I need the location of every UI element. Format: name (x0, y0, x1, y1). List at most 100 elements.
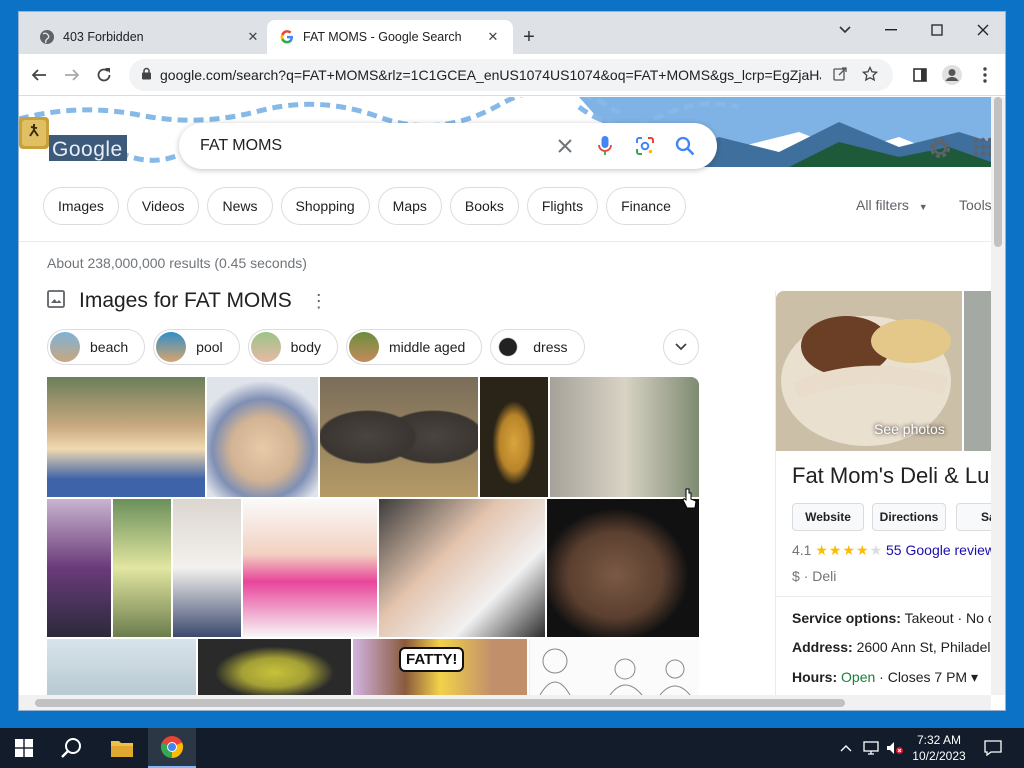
image-result-8[interactable] (173, 499, 241, 637)
refine-pool[interactable]: pool (153, 329, 240, 365)
tab-403-forbidden[interactable]: 403 Forbidden ✕ (27, 20, 273, 54)
tab-strip: 403 Forbidden ✕ FAT MOMS - Google Search… (19, 12, 1005, 54)
reload-button[interactable] (92, 63, 116, 87)
clear-search-icon[interactable] (545, 126, 585, 166)
rating-stars-icon: ★★★★ (815, 542, 870, 558)
search-query[interactable]: FAT MOMS (200, 137, 545, 155)
share-icon[interactable] (829, 66, 851, 84)
forward-button[interactable] (60, 63, 84, 87)
refine-label: body (290, 339, 321, 355)
image-result-4[interactable] (480, 377, 548, 497)
taskbar-search-icon[interactable] (48, 728, 96, 768)
browser-window: 403 Forbidden ✕ FAT MOMS - Google Search… (18, 11, 1006, 711)
network-icon[interactable] (860, 728, 882, 768)
lens-camera-icon[interactable] (625, 126, 665, 166)
browser-menu-icon[interactable] (973, 63, 997, 87)
chrome-taskbar-icon[interactable] (148, 728, 196, 768)
maximize-button[interactable] (919, 18, 955, 42)
business-rating: 4.1 ★★★★★ 55 Google review (792, 542, 995, 559)
filter-finance[interactable]: Finance (606, 187, 686, 225)
filter-news[interactable]: News (207, 187, 273, 225)
settings-gear-icon[interactable] (927, 135, 955, 163)
refine-middle-aged[interactable]: middle aged (345, 329, 483, 365)
tab-google-search[interactable]: FAT MOMS - Google Search ✕ (267, 20, 513, 54)
filter-images[interactable]: Images (43, 187, 119, 225)
filter-flights[interactable]: Flights (526, 187, 599, 225)
minimize-button[interactable] (873, 18, 909, 42)
tab-search-chevron-icon[interactable] (827, 18, 863, 42)
address-label: Address: (792, 639, 853, 655)
google-apps-icon[interactable] (973, 137, 993, 161)
file-explorer-icon[interactable] (98, 728, 146, 768)
lock-icon[interactable] (141, 67, 152, 83)
map-thumbnail[interactable] (964, 291, 994, 451)
volume-muted-icon[interactable] (884, 728, 906, 768)
image-result-9[interactable] (243, 499, 377, 637)
see-photos-link[interactable]: See photos (874, 421, 945, 437)
show-hidden-icons-chevron-icon[interactable] (836, 728, 856, 768)
search-box[interactable]: FAT MOMS (179, 123, 717, 169)
filter-maps[interactable]: Maps (377, 187, 442, 225)
fatty-speech-bubble: FATTY! (399, 647, 465, 672)
refine-body[interactable]: body (247, 329, 338, 365)
image-result-6[interactable] (47, 499, 111, 637)
close-tab-icon[interactable]: ✕ (245, 29, 261, 45)
notifications-icon[interactable] (978, 728, 1008, 768)
image-result-1[interactable] (47, 377, 205, 497)
empty-star-icon: ★ (869, 542, 883, 558)
more-options-icon[interactable]: ⋮ (310, 291, 328, 312)
open-status: Open (841, 669, 876, 685)
browser-toolbar: google.com/search?q=FAT+MOMS&rlz=1C1GCEA… (19, 54, 1005, 96)
image-result-2[interactable] (207, 377, 318, 497)
address-bar[interactable]: google.com/search?q=FAT+MOMS&rlz=1C1GCEA… (129, 59, 893, 91)
image-result-7[interactable] (113, 499, 171, 637)
voice-search-mic-icon[interactable] (585, 126, 625, 166)
image-result-10[interactable] (379, 499, 545, 637)
side-panel-icon[interactable] (908, 63, 932, 87)
search-icon[interactable] (665, 126, 705, 166)
scrollbar-thumb[interactable] (35, 699, 845, 707)
image-result-12[interactable] (47, 639, 196, 695)
website-button[interactable]: Website (792, 503, 864, 531)
filter-videos[interactable]: Videos (126, 187, 200, 225)
refine-beach[interactable]: beach (47, 329, 146, 365)
image-result-14[interactable]: FATTY! (353, 639, 527, 695)
hours-value[interactable]: · Closes 7 PM ▾ (879, 669, 978, 685)
caret-down-icon: ▼ (918, 202, 928, 212)
knowledge-panel: See photos Fat Mom's Deli & Lu Website D… (775, 291, 1005, 695)
bookmark-star-icon[interactable] (859, 65, 881, 85)
business-photo[interactable]: See photos (776, 291, 962, 451)
images-section-title[interactable]: Images for FAT MOMS (79, 289, 292, 313)
tools-button[interactable]: Tools (959, 197, 992, 213)
close-tab-icon[interactable]: ✕ (485, 29, 501, 45)
all-filters-dropdown[interactable]: All filters ▼ (856, 197, 928, 213)
close-window-button[interactable] (965, 18, 1001, 42)
back-button[interactable] (27, 63, 51, 87)
directions-button[interactable]: Directions (872, 503, 946, 531)
profile-avatar[interactable] (940, 63, 964, 87)
image-result-11[interactable] (547, 499, 699, 637)
image-result-13[interactable] (198, 639, 351, 695)
image-result-5[interactable] (550, 377, 699, 497)
horizontal-scrollbar[interactable] (19, 695, 991, 710)
refine-dress[interactable]: dress (490, 329, 585, 365)
start-button[interactable] (0, 728, 48, 768)
system-clock[interactable]: 7:32 AM 10/2/2023 (904, 732, 974, 764)
image-result-15[interactable] (529, 639, 699, 695)
filter-books[interactable]: Books (449, 187, 519, 225)
new-tab-button[interactable]: + (517, 26, 541, 49)
scrollbar-thumb[interactable] (994, 97, 1002, 247)
chip-thumbnail (50, 332, 80, 362)
image-result-3[interactable] (320, 377, 478, 497)
reviews-link[interactable]: 55 Google review (886, 542, 995, 558)
filter-shopping[interactable]: Shopping (280, 187, 370, 225)
images-section-header: Images for FAT MOMS ⋮ (47, 289, 328, 313)
expand-chevron-down-icon[interactable] (663, 329, 699, 365)
windows-taskbar: 7:32 AM 10/2/2023 (0, 728, 1024, 768)
chip-thumbnail (250, 332, 281, 362)
address-value[interactable]: 2600 Ann St, Philadel (857, 639, 991, 655)
vertical-scrollbar[interactable] (991, 97, 1005, 695)
tab-title: FAT MOMS - Google Search (303, 30, 462, 44)
hours-row[interactable]: Hours: Open · Closes 7 PM ▾ (792, 669, 978, 686)
price-level: $ (792, 568, 800, 584)
